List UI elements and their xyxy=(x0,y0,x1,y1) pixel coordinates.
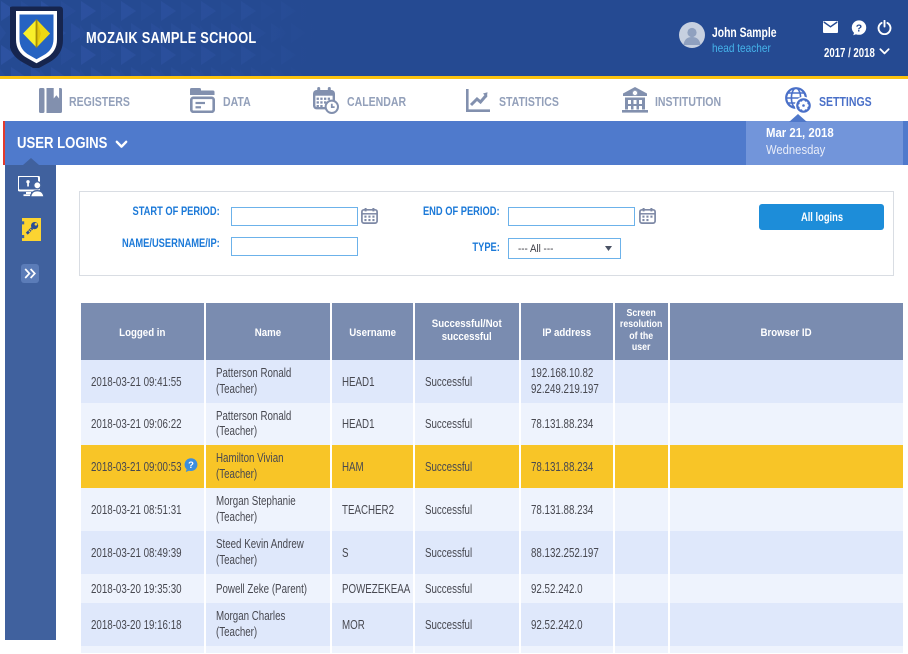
svg-text:?: ? xyxy=(188,460,194,471)
svg-text:?: ? xyxy=(856,22,862,34)
